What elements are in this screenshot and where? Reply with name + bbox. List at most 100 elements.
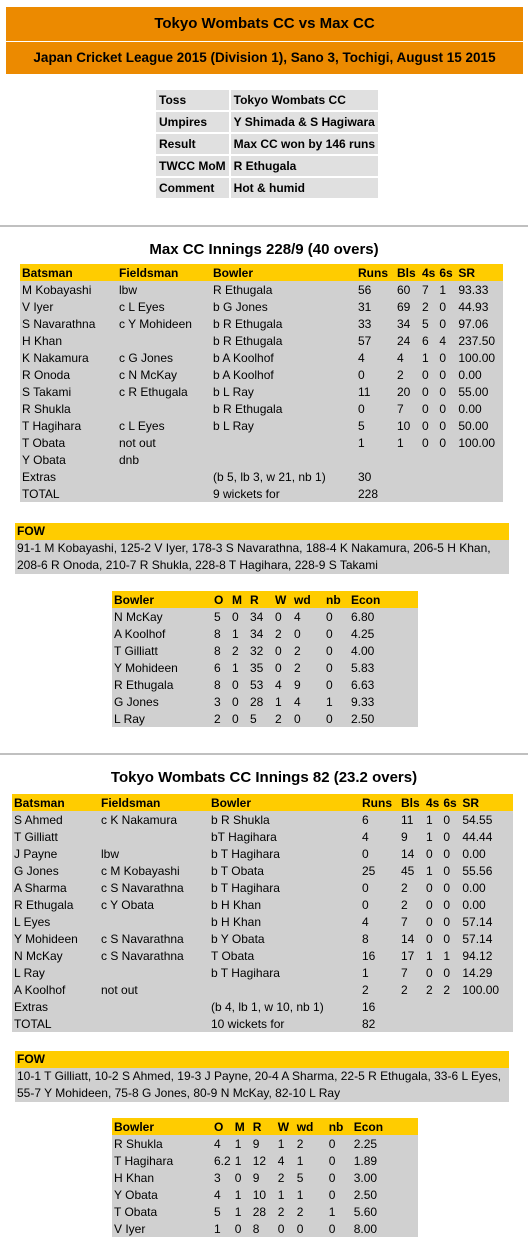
batsman-cell: G Jones [12, 862, 99, 879]
batsman-cell: Y Mohideen [12, 930, 99, 947]
fours-cell: 1 [424, 828, 442, 845]
strike-rate-cell: 97.06 [456, 315, 503, 332]
overs-cell: 2 [212, 710, 230, 727]
strike-rate-cell: 94.12 [460, 947, 513, 964]
sixes-cell: 0 [437, 383, 457, 400]
bowler-cell: T Gilliatt [112, 642, 212, 659]
bowler-cell: (b 4, lb 1, w 10, nb 1) [209, 998, 360, 1015]
no-balls-cell: 0 [326, 1186, 352, 1203]
batsman-cell: S Navarathna [20, 315, 117, 332]
batting-row: S Takami c R Ethugala b L Ray 11 20 0 0 55.00 [20, 383, 503, 400]
strike-rate-cell [460, 1015, 513, 1032]
maidens-cell: 0 [232, 1169, 251, 1186]
balls-cell: 60 [395, 281, 420, 298]
batting-row: Extras (b 4, lb 1, w 10, nb 1) 16 [12, 998, 513, 1015]
column-header-balls: Bls [395, 264, 420, 281]
strike-rate-cell: 44.93 [456, 298, 503, 315]
no-balls-cell: 0 [326, 1152, 352, 1169]
wides-cell: 0 [294, 1220, 327, 1237]
economy-cell: 5.83 [349, 659, 418, 676]
bowler-cell: A Koolhof [112, 625, 212, 642]
no-balls-cell: 0 [324, 676, 349, 693]
strike-rate-cell: 237.50 [456, 332, 503, 349]
fieldsman-cell: c M Kobayashi [99, 862, 209, 879]
bowler-cell: b L Ray [211, 383, 356, 400]
wickets-cell: 2 [273, 625, 292, 642]
column-header-strike-rate: SR [456, 264, 503, 281]
maidens-cell: 1 [232, 1203, 251, 1220]
batsman-cell: TOTAL [20, 485, 117, 502]
sixes-cell: 0 [441, 828, 461, 845]
bowling-row: L Ray 2 0 5 2 0 0 2.50 [112, 710, 418, 727]
wickets-cell: 1 [275, 1186, 295, 1203]
balls-cell: 4 [395, 349, 420, 366]
wides-cell: 5 [294, 1169, 327, 1186]
no-balls-cell: 1 [324, 693, 349, 710]
innings-title: Max CC Innings 228/9 (40 overs) [149, 241, 379, 258]
balls-cell: 2 [399, 879, 424, 896]
innings-title: Tokyo Wombats CC Innings 82 (23.2 overs) [110, 769, 418, 786]
fieldsman-cell: dnb [117, 451, 211, 468]
sixes-cell: 2 [441, 981, 461, 998]
fours-cell: 0 [420, 417, 438, 434]
wickets-cell: 0 [273, 659, 292, 676]
bowling-row: V Iyer 1 0 8 0 0 0 8.00 [112, 1220, 418, 1237]
fieldsman-cell [99, 913, 209, 930]
balls-cell: 9 [399, 828, 424, 845]
balls-cell: 20 [395, 383, 420, 400]
strike-rate-cell: 14.29 [460, 964, 513, 981]
balls-cell [395, 468, 420, 485]
balls-cell: 2 [399, 981, 424, 998]
fall-of-wickets: FOW 10-1 T Gilliatt, 10-2 S Ahmed, 19-3 … [15, 1051, 509, 1102]
bowler-cell: b T Hagihara [209, 964, 360, 981]
column-header-wickets: W [273, 591, 292, 608]
column-header-runs: Runs [356, 264, 395, 281]
balls-cell: 11 [399, 811, 424, 828]
no-balls-cell: 0 [324, 608, 349, 625]
balls-cell: 45 [399, 862, 424, 879]
runs-cell: 31 [356, 298, 395, 315]
sixes-cell: 0 [437, 366, 457, 383]
strike-rate-cell: 0.00 [460, 845, 513, 862]
overs-cell: 8 [212, 625, 230, 642]
fours-cell: 0 [424, 913, 442, 930]
bowler-cell: R Ethugala [211, 281, 356, 298]
bowler-cell [209, 981, 360, 998]
info-label: Umpires [156, 112, 229, 132]
batting-row: K Nakamura c G Jones b A Koolhof 4 4 1 0 100.00 [20, 349, 503, 366]
bowling-row: R Ethugala 8 0 53 4 9 0 6.63 [112, 676, 418, 693]
match-subtitle: Japan Cricket League 2015 (Division 1), … [6, 42, 523, 74]
batting-header-row: Batsman Fieldsman Bowler Runs Bls 4s 6s SR [12, 794, 513, 811]
fieldsman-cell [117, 485, 211, 502]
batting-row: TOTAL 10 wickets for 82 [12, 1015, 513, 1032]
column-header-wickets: W [275, 1118, 295, 1135]
overs-cell: 5 [212, 1203, 233, 1220]
fieldsman-cell [117, 400, 211, 417]
fours-cell: 0 [420, 366, 438, 383]
fours-cell: 0 [420, 383, 438, 400]
fours-cell: 1 [424, 862, 442, 879]
batsman-cell: T Obata [20, 434, 117, 451]
column-header-runs: R [248, 591, 273, 608]
strike-rate-cell [460, 998, 513, 1015]
fieldsman-cell: c Y Mohideen [117, 315, 211, 332]
fieldsman-cell: c K Nakamura [99, 811, 209, 828]
info-value: Y Shimada & S Hagiwara [230, 112, 379, 132]
batting-header-row: Batsman Fieldsman Bowler Runs Bls 4s 6s SR [20, 264, 503, 281]
bowling-row: T Obata 5 1 28 2 2 1 5.60 [112, 1203, 418, 1220]
fours-cell: 5 [420, 315, 438, 332]
balls-cell [395, 485, 420, 502]
batting-row: J Payne lbw b T Hagihara 0 14 0 0 0.00 [12, 845, 513, 862]
runs-cell: 0 [360, 896, 399, 913]
column-header-sixes: 6s [437, 264, 457, 281]
match-title: Tokyo Wombats CC vs Max CC [6, 7, 523, 41]
column-header-economy: Econ [349, 591, 418, 608]
batsman-cell: TOTAL [12, 1015, 99, 1032]
wickets-cell: 0 [275, 1220, 295, 1237]
strike-rate-cell: 100.00 [456, 434, 503, 451]
info-row-comment: Comment Hot & humid [156, 178, 379, 198]
fours-cell: 0 [424, 845, 442, 862]
no-balls-cell: 0 [324, 625, 349, 642]
maidens-cell: 0 [230, 676, 248, 693]
maidens-cell: 1 [230, 659, 248, 676]
